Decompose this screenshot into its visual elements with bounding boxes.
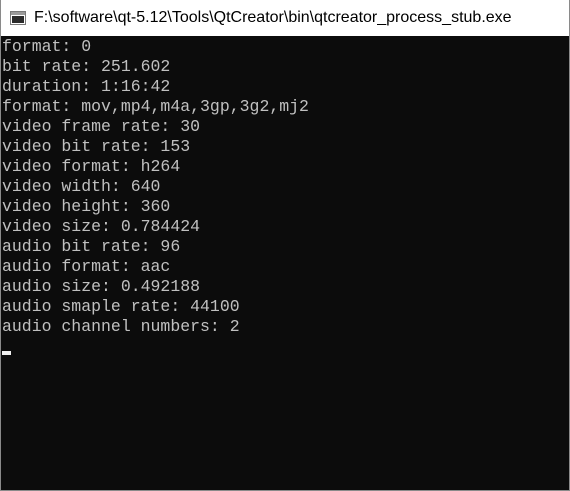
console-line: bit rate: 251.602	[2, 57, 171, 76]
title-bar[interactable]: F:\software\qt-5.12\Tools\QtCreator\bin\…	[1, 0, 569, 36]
console-line: audio bit rate: 96	[2, 237, 181, 256]
text-cursor	[2, 351, 11, 355]
console-line: video height: 360	[2, 197, 171, 216]
console-line: format: mov,mp4,m4a,3gp,3g2,mj2	[2, 97, 309, 116]
console-line: audio size: 0.492188	[2, 277, 201, 296]
console-line: video bit rate: 153	[2, 137, 191, 156]
console-line: video format: h264	[2, 157, 181, 176]
console-line: video size: 0.784424	[2, 217, 201, 236]
console-line: video width: 640	[2, 177, 161, 196]
window-title: F:\software\qt-5.12\Tools\QtCreator\bin\…	[34, 9, 512, 26]
console-line: audio channel numbers: 2	[2, 317, 240, 336]
console-output[interactable]: format: 0 bit rate: 251.602 duration: 1:…	[2, 37, 569, 490]
console-line: audio format: aac	[2, 257, 171, 276]
console-line: duration: 1:16:42	[2, 77, 171, 96]
console-line: audio smaple rate: 44100	[2, 297, 240, 316]
console-line: format: 0	[2, 37, 92, 56]
console-window: F:\software\qt-5.12\Tools\QtCreator\bin\…	[0, 0, 570, 491]
console-line: video frame rate: 30	[2, 117, 201, 136]
console-window-icon	[10, 11, 26, 25]
